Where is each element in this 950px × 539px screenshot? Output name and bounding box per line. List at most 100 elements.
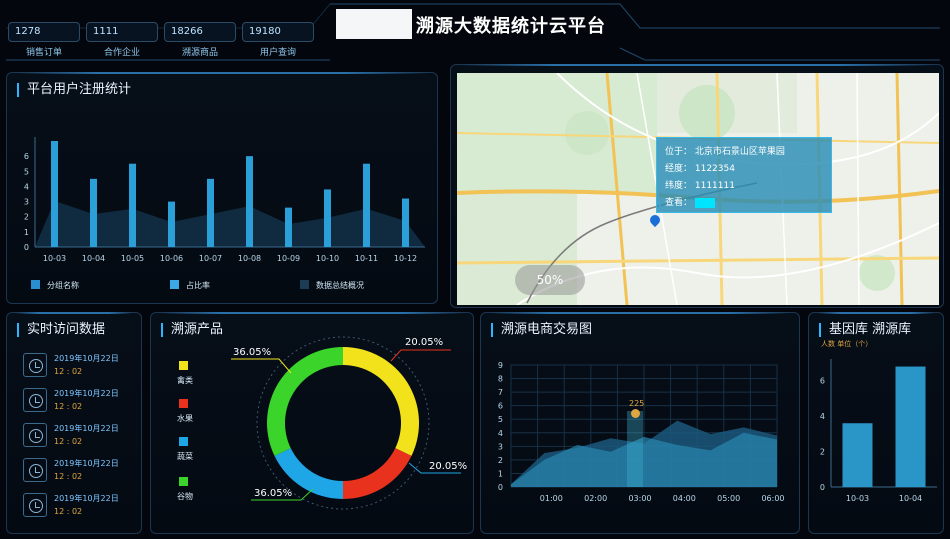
trade-highlight-band	[627, 411, 643, 487]
visit-date: 2019年10月22日	[54, 354, 119, 363]
x-tick-label: 10-10	[316, 254, 339, 263]
x-tick-label: 10-11	[355, 254, 378, 263]
y-tick-label: 2	[820, 448, 825, 457]
bar-10-10	[324, 189, 331, 247]
stat-orders-label: 销售订单	[25, 48, 62, 58]
x-tick-label: 10-03	[43, 254, 66, 263]
visits-title: 实时访问数据	[17, 323, 105, 337]
map-view[interactable]: 位于： 北京市石景山区苹果园 经度： 1122354 纬度： 1111111 查…	[457, 73, 939, 305]
gene-bar-chart: 0 2 4 6 10-03 10-04	[820, 359, 937, 503]
donut-label-fruit: 20.05%	[405, 337, 444, 348]
y-tick-label: 4	[498, 429, 503, 438]
visit-date: 2019年10月22日	[54, 494, 119, 503]
legend-swatch-summary	[300, 280, 309, 289]
x-tick-label: 10-04	[899, 494, 922, 503]
donut-label-poultry: 36.05%	[233, 347, 272, 358]
donut-leader-fruit	[390, 349, 451, 362]
y-tick-label: 6	[820, 377, 825, 386]
x-tick-label: 02:00	[584, 494, 607, 503]
x-tick-label: 10-04	[82, 254, 105, 263]
visit-item[interactable]: 2019年10月22日 12 : 02	[23, 491, 133, 521]
map-info-view-label: 查看：	[665, 198, 693, 208]
bar-10-05	[129, 163, 136, 247]
bar-10-08	[246, 156, 253, 247]
visit-date: 2019年10月22日	[54, 389, 119, 398]
logo-placeholder	[336, 9, 412, 39]
clock-icon	[23, 388, 47, 412]
trade-panel: 溯源电商交易图 0 1 2 3 4 5 6 7 8 9 01:00 02:00 03:00 04:00 05…	[480, 312, 800, 534]
x-tick-label: 01:00	[540, 494, 563, 503]
bar-10-09	[285, 207, 292, 247]
stat-partners-label: 合作企业	[103, 48, 140, 58]
map-info-longitude: 经度： 1122354	[665, 164, 735, 174]
trade-marker-value: 225	[629, 399, 645, 408]
map-info-view-row: 查看：	[665, 195, 823, 212]
legend-label-summary: 数据总结概况	[316, 281, 364, 290]
y-tick-label: 1	[498, 469, 503, 478]
stat-queries-label: 用户查询	[259, 48, 296, 58]
trade-series-1	[511, 432, 777, 487]
bar-10-04	[90, 178, 97, 247]
bar-10-11	[363, 163, 370, 247]
visit-time: 12 : 02	[54, 437, 83, 446]
visit-time: 12 : 02	[54, 402, 83, 411]
stat-partners-value: 1111	[86, 22, 158, 42]
bar-10-12	[402, 198, 409, 247]
y-tick-label: 6	[498, 402, 503, 411]
clock-icon	[23, 493, 47, 517]
visit-item[interactable]: 2019年10月22日 12 : 02	[23, 456, 133, 486]
page-title: 溯源大数据统计云平台	[416, 16, 606, 37]
y-tick-label: 7	[498, 388, 503, 397]
visit-item[interactable]: 2019年10月22日 12 : 02	[23, 421, 133, 451]
bar-10-04	[895, 366, 926, 487]
y-tick-label: 5	[498, 415, 503, 424]
x-tick-label: 06:00	[761, 494, 784, 503]
legend-label-ratio: 占比率	[186, 281, 210, 290]
products-panel: 溯源产品 禽类 水果 蔬菜 谷物 36.05% 20.05% 20.05% 36…	[150, 312, 474, 534]
donut-slice-1	[343, 448, 412, 499]
bar-10-03	[842, 423, 873, 487]
y-tick-label: 4	[24, 182, 29, 191]
map-info-view-link[interactable]	[694, 197, 715, 208]
donut-slice-0	[343, 347, 420, 456]
visit-date: 2019年10月22日	[54, 459, 119, 468]
y-tick-label: 0	[498, 483, 503, 492]
bar-10-03	[51, 141, 58, 247]
trade-marker-dot[interactable]	[631, 409, 640, 418]
donut-label-grain: 36.05%	[254, 488, 293, 499]
visit-item[interactable]: 2019年10月22日 12 : 02	[23, 351, 133, 381]
legend-label-group: 分组名称	[47, 281, 79, 290]
y-tick-label: 8	[498, 375, 503, 384]
y-tick-label: 9	[498, 361, 503, 370]
y-tick-label: 3	[498, 442, 503, 451]
map-zoom-badge[interactable]: 50%	[515, 265, 585, 295]
donut-leader-poultry	[231, 358, 292, 374]
map-panel: 位于： 北京市石景山区苹果园 经度： 1122354 纬度： 1111111 查…	[450, 64, 944, 308]
x-tick-label: 10-08	[238, 254, 261, 263]
visit-time: 12 : 02	[54, 507, 83, 516]
visit-date: 2019年10月22日	[54, 424, 119, 433]
map-info-location: 位于： 北京市石景山区苹果园	[665, 147, 785, 157]
y-tick-label: 6	[24, 152, 29, 161]
registration-chart: 0 1 2 3 4 5 6 10-03 10-04 10-05 10-06 10-07 10-08 10-…	[24, 137, 425, 263]
legend-swatch-group	[31, 280, 40, 289]
y-tick-label: 0	[24, 243, 29, 252]
legend-swatch-ratio	[170, 280, 179, 289]
clock-icon	[23, 458, 47, 482]
y-tick-label: 0	[820, 483, 825, 492]
stat-queries-value: 19180	[242, 22, 314, 42]
trade-area-chart: 0 1 2 3 4 5 6 7 8 9 01:00 02:00 03:00 04:00 05:00 06:00	[498, 361, 785, 503]
y-tick-label: 5	[24, 167, 29, 176]
y-tick-label: 2	[498, 456, 503, 465]
map-info-popup: 位于： 北京市石景山区苹果园 经度： 1122354 纬度： 1111111 查…	[656, 137, 832, 213]
visits-panel: 实时访问数据 2019年10月22日 12 : 02 2019年10月22日 1…	[6, 312, 142, 534]
registration-panel: 平台用户注册统计 0 1 2 3 4 5 6 10-03 10-04 10-05 10-06 10-0…	[6, 72, 438, 304]
x-tick-label: 10-03	[846, 494, 869, 503]
visit-item[interactable]: 2019年10月22日 12 : 02	[23, 386, 133, 416]
x-tick-label: 10-05	[121, 254, 144, 263]
stat-orders-value: 1278	[8, 22, 80, 42]
y-tick-label: 1	[24, 228, 29, 237]
y-tick-label: 3	[24, 198, 29, 207]
x-tick-label: 10-09	[277, 254, 300, 263]
donut-label-vegetable: 20.05%	[429, 461, 468, 472]
